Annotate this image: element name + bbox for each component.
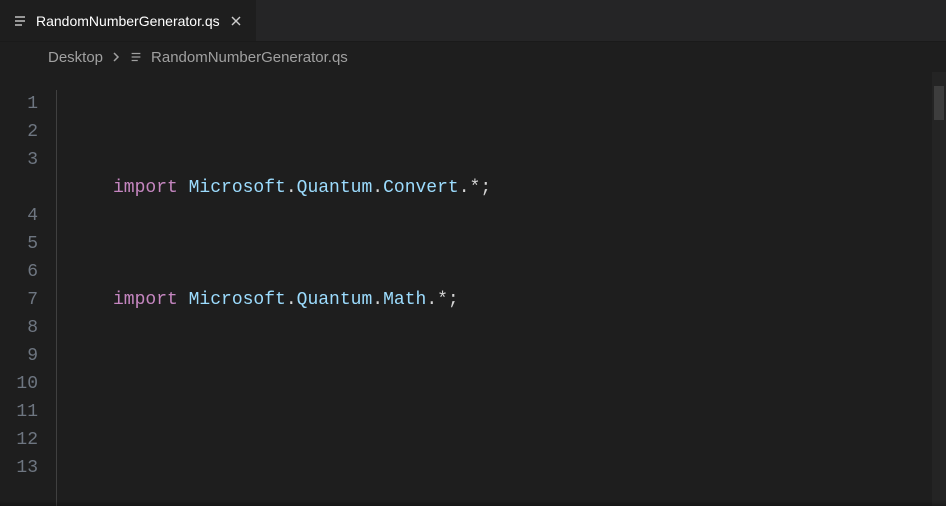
line-gutter: 1 2 3 4 5 6 7 8 9 10 11 12 13: [0, 90, 56, 506]
line-number: 12: [0, 426, 38, 454]
line-number: 7: [0, 286, 38, 314]
code-editor[interactable]: 1 2 3 4 5 6 7 8 9 10 11 12 13 import Mic…: [0, 72, 946, 506]
code-line: [113, 398, 946, 426]
line-number: 3: [0, 146, 38, 174]
line-number: 4: [0, 202, 38, 230]
close-icon[interactable]: [228, 13, 244, 29]
file-lines-icon: [129, 50, 145, 64]
chevron-right-icon: [109, 50, 123, 64]
vertical-scrollbar[interactable]: [932, 72, 946, 506]
line-number: 10: [0, 370, 38, 398]
line-number: 13: [0, 454, 38, 482]
line-number: 2: [0, 118, 38, 146]
line-number: 11: [0, 398, 38, 426]
editor-tab[interactable]: RandomNumberGenerator.qs: [0, 0, 257, 41]
file-lines-icon: [12, 13, 28, 29]
tab-bar: RandomNumberGenerator.qs: [0, 0, 946, 42]
breadcrumb-file[interactable]: RandomNumberGenerator.qs: [151, 49, 348, 66]
line-number: 6: [0, 258, 38, 286]
code-line: import Microsoft.Quantum.Convert.*;: [113, 174, 946, 202]
breadcrumb-folder[interactable]: Desktop: [48, 49, 103, 66]
code-area[interactable]: import Microsoft.Quantum.Convert.*; impo…: [56, 90, 946, 506]
line-number: 5: [0, 230, 38, 258]
line-number: 8: [0, 314, 38, 342]
breadcrumb: Desktop RandomNumberGenerator.qs: [0, 42, 946, 72]
code-line: import Microsoft.Quantum.Math.*;: [113, 286, 946, 314]
line-number: 9: [0, 342, 38, 370]
line-number: 1: [0, 90, 38, 118]
tab-filename: RandomNumberGenerator.qs: [36, 13, 220, 29]
